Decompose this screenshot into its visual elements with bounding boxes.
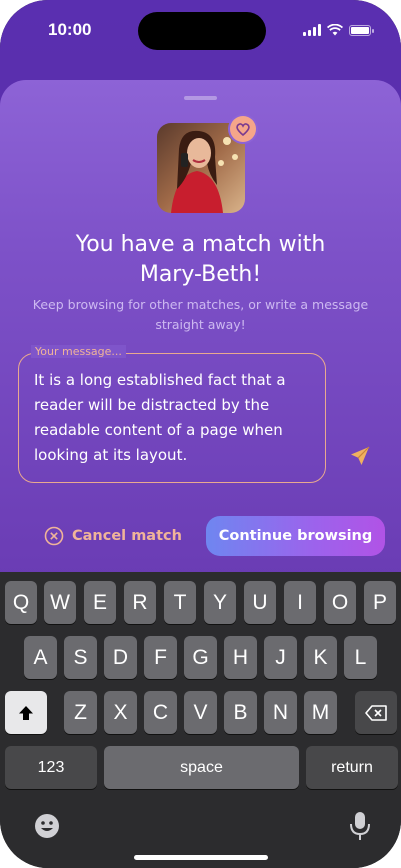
continue-browsing-label: Continue browsing [218,528,373,544]
home-indicator[interactable] [134,855,268,860]
key-v[interactable]: V [184,691,217,734]
key-c[interactable]: C [144,691,177,734]
status-bar: 10:00 [0,0,401,64]
key-w[interactable]: W [44,581,76,624]
cancel-circle-icon [44,526,64,546]
wifi-icon [327,24,343,36]
key-j[interactable]: J [264,636,297,679]
key-p[interactable]: P [364,581,396,624]
backspace-key[interactable] [355,691,397,734]
key-o[interactable]: O [324,581,356,624]
key-y[interactable]: Y [204,581,236,624]
message-text[interactable]: It is a long established fact that a rea… [34,368,319,468]
message-field-label: Your message... [31,345,126,358]
key-n[interactable]: N [264,691,297,734]
match-sheet: You have a match with Mary-Beth! Keep br… [0,80,401,580]
send-icon[interactable] [348,444,372,468]
key-d[interactable]: D [104,636,137,679]
dynamic-island [138,12,266,50]
key-s[interactable]: S [64,636,97,679]
shift-key[interactable] [5,691,47,734]
key-t[interactable]: T [164,581,196,624]
cellular-signal-icon [303,24,321,36]
message-field[interactable]: Your message... It is a long established… [18,345,326,483]
numbers-key[interactable]: 123 [5,746,97,789]
key-m[interactable]: M [304,691,337,734]
shift-icon [19,705,33,720]
key-b[interactable]: B [224,691,257,734]
match-heart-icon [230,116,256,142]
key-g[interactable]: G [184,636,217,679]
battery-icon [349,24,374,36]
phone-screen: 10:00 You have a match with Mary-Beth! K… [0,0,401,868]
key-u[interactable]: U [244,581,276,624]
microphone-icon[interactable] [348,810,372,842]
emoji-icon[interactable] [33,812,61,840]
status-icons [303,24,374,36]
key-f[interactable]: F [144,636,177,679]
space-key[interactable]: space [104,746,299,789]
status-time: 10:00 [48,20,92,39]
match-title-line-1: You have a match with [75,232,326,257]
key-h[interactable]: H [224,636,257,679]
match-subtitle: Keep browsing for other matches, or writ… [32,297,369,332]
backspace-icon [365,704,387,721]
key-x[interactable]: X [104,691,137,734]
cancel-match-button[interactable]: Cancel match [44,526,182,546]
cancel-match-label: Cancel match [72,528,182,544]
match-title: You have a match with Mary-Beth! [0,230,401,290]
continue-browsing-button[interactable]: Continue browsing [206,516,385,556]
key-z[interactable]: Z [64,691,97,734]
match-title-line-2: Mary-Beth! [139,262,262,287]
sheet-grabber[interactable] [184,96,217,100]
keyboard: Q W E R T Y U I O P A S D F G H J K L Z … [0,572,401,868]
key-l[interactable]: L [344,636,377,679]
key-a[interactable]: A [24,636,57,679]
key-r[interactable]: R [124,581,156,624]
key-i[interactable]: I [284,581,316,624]
key-e[interactable]: E [84,581,116,624]
return-key[interactable]: return [306,746,398,789]
key-q[interactable]: Q [5,581,37,624]
key-k[interactable]: K [304,636,337,679]
